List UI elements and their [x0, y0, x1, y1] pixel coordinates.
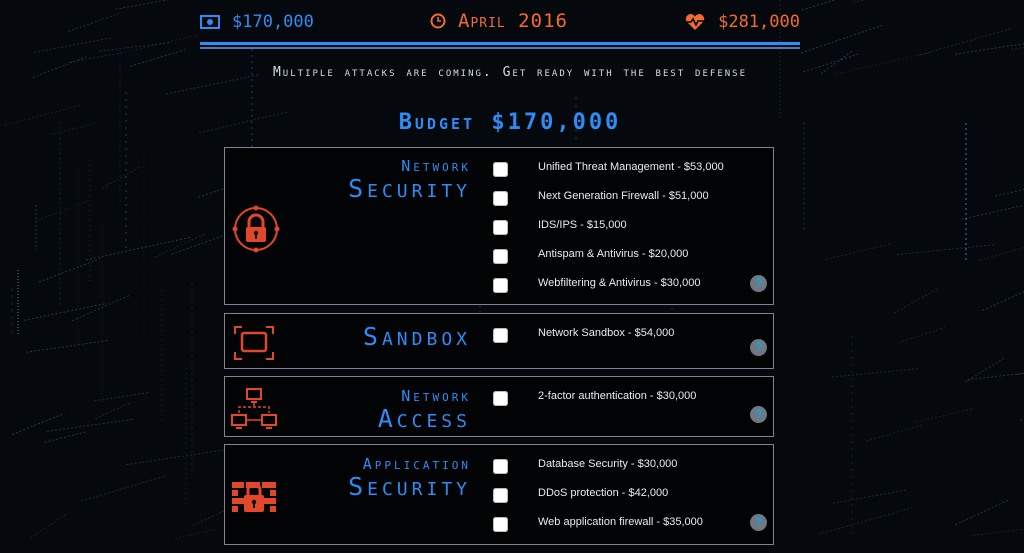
- category-title: Application Security: [348, 455, 471, 501]
- option-row: 2-factor authentication - $30,000: [493, 389, 696, 407]
- category-application-security: Application Security Database Security -…: [224, 444, 774, 545]
- category-title: Network Security: [348, 157, 471, 203]
- help-button[interactable]: ?: [750, 406, 767, 423]
- option-label: Webfiltering & Antivirus - $30,000: [538, 277, 701, 289]
- category-network-security: Network Security Unified Threat Manageme…: [224, 147, 774, 305]
- option-label: IDS/IPS - $15,000: [538, 219, 627, 231]
- status-bar: $170,000 April 2016 $281,000: [200, 8, 800, 38]
- option-label: 2-factor authentication - $30,000: [538, 390, 697, 402]
- budget-amount: $170,000: [491, 110, 622, 135]
- option-checkbox[interactable]: [493, 487, 508, 503]
- option-label: Web application firewall - $35,000: [538, 516, 703, 528]
- category-title: Network Access: [377, 387, 471, 433]
- option-checkbox[interactable]: [493, 390, 508, 406]
- money-stat: $170,000: [200, 12, 314, 32]
- option-row: DDoS protection - $42,000: [493, 486, 668, 504]
- header-divider-secondary: [200, 47, 800, 49]
- firewall-lock-icon: [232, 482, 276, 512]
- network-computers-icon: [231, 388, 277, 429]
- option-checkbox[interactable]: [493, 219, 508, 235]
- heartbeat-icon: [685, 14, 705, 30]
- option-label: DDoS protection - $42,000: [538, 487, 669, 499]
- health-stat: $281,000: [684, 12, 800, 32]
- option-row: Unified Threat Management - $53,000: [493, 160, 724, 178]
- help-button[interactable]: ?: [750, 275, 767, 292]
- header-divider: [200, 42, 800, 45]
- budget-heading: Budget $170,000: [300, 110, 720, 135]
- clock-icon: [430, 13, 446, 29]
- help-button[interactable]: ?: [750, 339, 767, 356]
- category-title: Sandbox: [362, 322, 471, 351]
- date-value: April 2016: [458, 10, 568, 32]
- option-row: Antispam & Antivirus - $20,000: [493, 247, 688, 265]
- option-checkbox[interactable]: [493, 190, 508, 206]
- option-label: Database Security - $30,000: [538, 458, 678, 470]
- padlock-icon: [232, 205, 280, 253]
- option-checkbox[interactable]: [493, 516, 508, 532]
- option-label: Antispam & Antivirus - $20,000: [538, 248, 689, 260]
- banknote-icon: [200, 15, 220, 29]
- option-row: Next Generation Firewall - $51,000: [493, 189, 709, 207]
- health-value: $281,000: [718, 12, 800, 32]
- help-button[interactable]: ?: [750, 514, 767, 531]
- money-value: $170,000: [232, 12, 314, 32]
- option-label: Unified Threat Management - $53,000: [538, 161, 724, 173]
- option-row: Network Sandbox - $54,000: [493, 326, 674, 344]
- category-network-access: Network Access 2-factor authentication -…: [224, 376, 774, 437]
- option-row: Web application firewall - $35,000: [493, 515, 703, 533]
- sandbox-screen-icon: [234, 326, 274, 360]
- option-checkbox[interactable]: [493, 248, 508, 264]
- option-row: Database Security - $30,000: [493, 457, 677, 475]
- option-label: Next Generation Firewall - $51,000: [538, 190, 709, 202]
- option-checkbox[interactable]: [493, 161, 508, 177]
- option-checkbox[interactable]: [493, 277, 508, 293]
- option-checkbox[interactable]: [493, 458, 508, 474]
- option-label: Network Sandbox - $54,000: [538, 327, 675, 339]
- option-checkbox[interactable]: [493, 327, 508, 343]
- category-sandbox: Sandbox Network Sandbox - $54,000 ?: [224, 313, 774, 369]
- option-row: IDS/IPS - $15,000: [493, 218, 627, 236]
- budget-label: Budget: [398, 110, 476, 135]
- date-stat: April 2016: [430, 10, 568, 32]
- option-row: Webfiltering & Antivirus - $30,000: [493, 276, 700, 294]
- intro-message: Multiple attacks are coming. Get ready w…: [272, 65, 747, 80]
